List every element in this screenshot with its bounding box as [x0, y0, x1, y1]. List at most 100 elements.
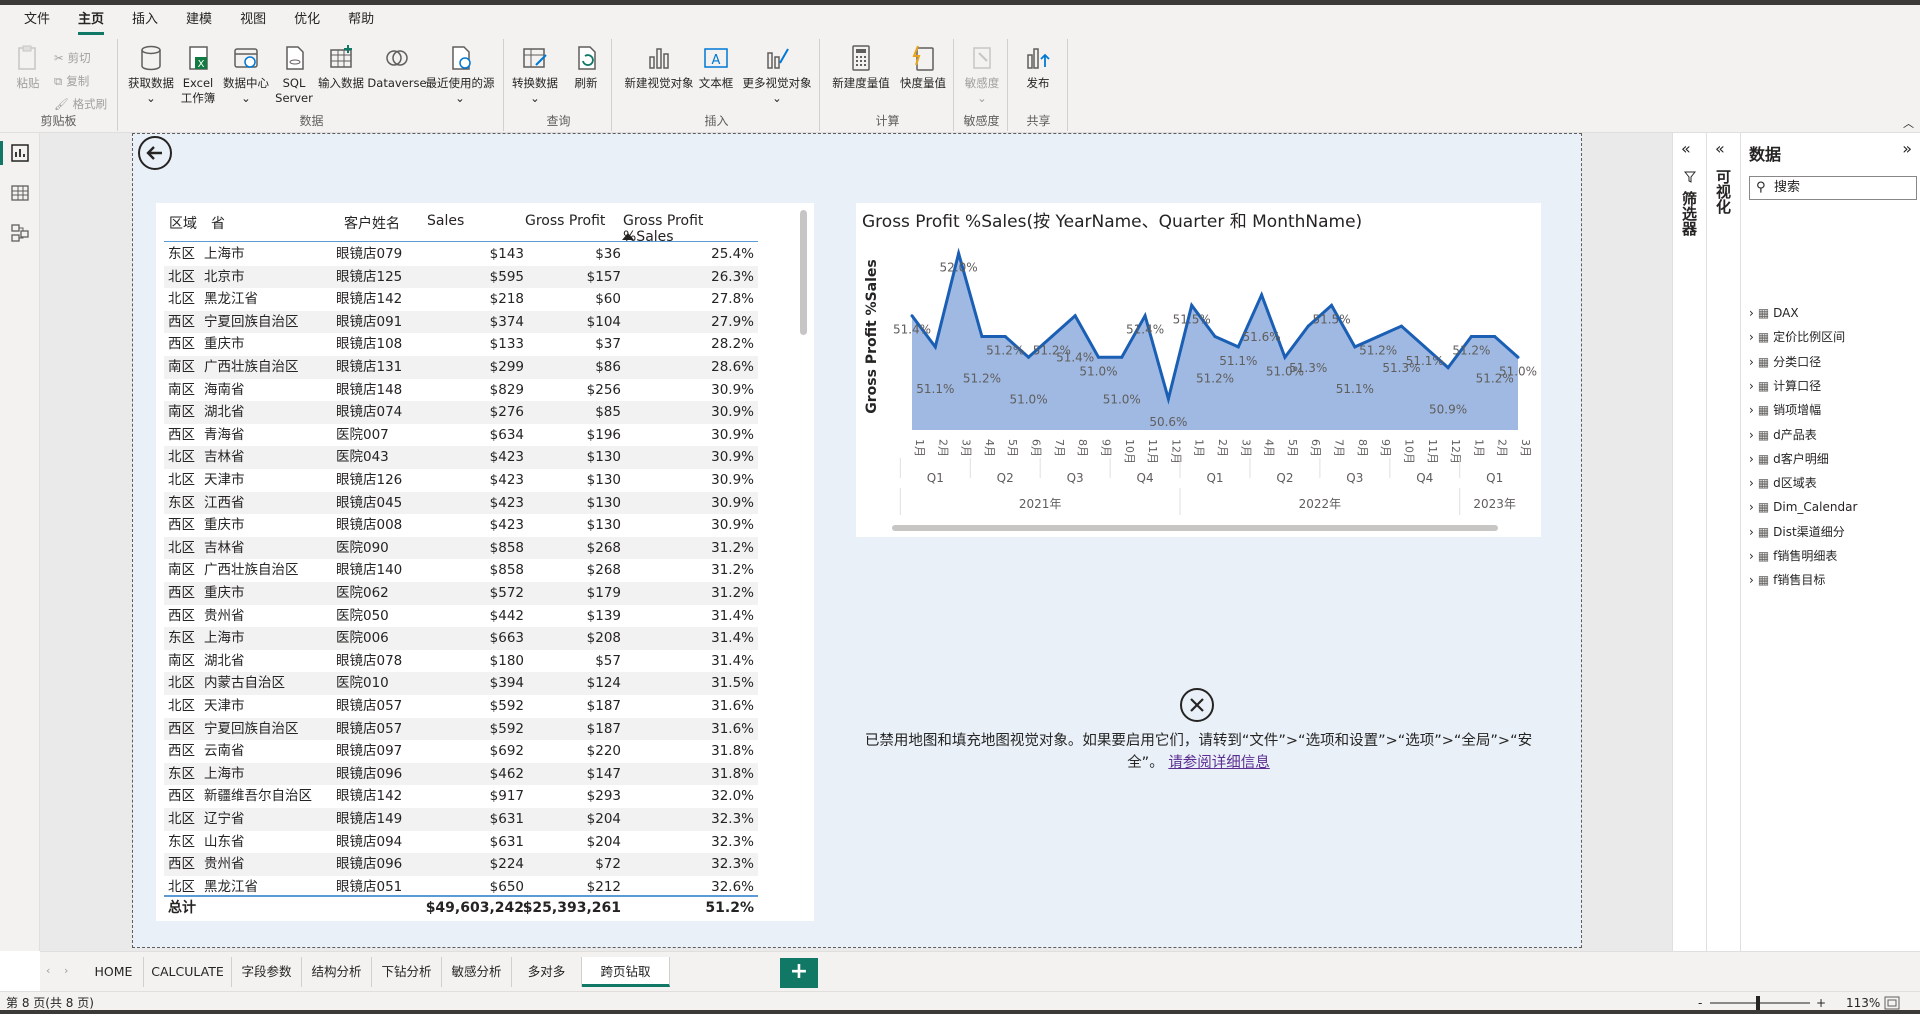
publish-button[interactable]: 发布	[1018, 43, 1058, 91]
collapse-viz-icon[interactable]: «	[1715, 139, 1725, 158]
table-row[interactable]: 西区 重庆市 眼镜店008 $423 $130 30.9%	[164, 514, 758, 537]
table-scrollbar[interactable]	[800, 210, 807, 335]
table-row[interactable]: 东区 上海市 眼镜店079 $143 $36 25.4%	[164, 243, 758, 266]
tab-scroll-right-icon[interactable]: ›	[64, 964, 68, 977]
field-item[interactable]: › ▦ Dim_Calendar	[1749, 497, 1857, 517]
table-row[interactable]: 东区 上海市 眼镜店096 $462 $147 31.8%	[164, 762, 758, 786]
excel-button[interactable]: X Excel 工作簿	[178, 43, 218, 106]
data-point[interactable]	[1493, 335, 1497, 338]
field-item[interactable]: › ▦ f销售明细表	[1749, 546, 1837, 566]
field-item[interactable]: › ▦ DAX	[1749, 303, 1799, 323]
chevron-right-icon[interactable]: ›	[1749, 376, 1754, 396]
data-hub-button[interactable]: 数据中心 ⌄	[220, 43, 272, 106]
data-point[interactable]	[1166, 397, 1170, 401]
data-point[interactable]	[1190, 303, 1194, 307]
table-row[interactable]: 北区 天津市 眼镜店057 $592 $187 31.6%	[164, 695, 758, 718]
paste-button[interactable]: 粘贴	[10, 43, 46, 91]
filter-pane[interactable]: « 筛选器	[1672, 133, 1706, 951]
field-item[interactable]: › ▦ 计算口径	[1749, 376, 1821, 396]
data-point[interactable]	[1399, 324, 1403, 328]
table-row[interactable]: 北区 内蒙古自治区 医院010 $394 $124 31.5%	[164, 672, 758, 695]
data-point[interactable]	[1353, 345, 1357, 349]
data-point[interactable]	[1213, 335, 1217, 338]
more-visuals-button[interactable]: 更多视觉对象 ⌄	[738, 43, 816, 106]
data-point[interactable]	[1446, 366, 1450, 370]
model-view-icon[interactable]	[10, 223, 30, 243]
new-measure-button[interactable]: 新建度量值	[830, 43, 892, 91]
page-tab[interactable]: 跨页钻取	[582, 957, 670, 987]
data-point[interactable]	[1073, 314, 1077, 318]
field-item[interactable]: › ▦ d客户明细	[1749, 449, 1829, 469]
chevron-right-icon[interactable]: ›	[1749, 473, 1754, 493]
menu-optimize[interactable]: 优化	[280, 5, 334, 35]
visualizations-pane[interactable]: « 可视化	[1706, 133, 1740, 951]
table-row[interactable]: 南区 湖北省 眼镜店078 $180 $57 31.4%	[164, 650, 758, 673]
data-point[interactable]	[1306, 324, 1310, 328]
data-point[interactable]	[1516, 355, 1520, 359]
table-row[interactable]: 南区 海南省 眼镜店148 $829 $256 30.9%	[164, 379, 758, 402]
column-header-province[interactable]: 省	[211, 213, 225, 233]
field-item[interactable]: › ▦ Dist渠道细分	[1749, 522, 1845, 542]
table-row[interactable]: 北区 黑龙江省 眼镜店142 $218 $60 27.8%	[164, 288, 758, 311]
data-point[interactable]	[980, 335, 984, 338]
new-visual-button[interactable]: 新建视觉对象	[622, 43, 696, 91]
chevron-right-icon[interactable]: ›	[1749, 546, 1754, 566]
page-tab[interactable]: HOME	[84, 957, 144, 987]
menu-file[interactable]: 文件	[10, 5, 64, 35]
chevron-right-icon[interactable]: ›	[1749, 497, 1754, 517]
menu-modeling[interactable]: 建模	[172, 5, 226, 35]
chevron-right-icon[interactable]: ›	[1749, 522, 1754, 542]
dataverse-button[interactable]: Dataverse	[366, 43, 428, 91]
data-point[interactable]	[1283, 355, 1287, 359]
chevron-right-icon[interactable]: ›	[1749, 400, 1754, 420]
table-row[interactable]: 北区 北京市 眼镜店125 $595 $157 26.3%	[164, 265, 758, 289]
data-point[interactable]	[1120, 355, 1124, 359]
chevron-right-icon[interactable]: ›	[1749, 303, 1754, 323]
menu-view[interactable]: 视图	[226, 5, 280, 35]
get-data-button[interactable]: 获取数据 ⌄	[128, 43, 174, 106]
page-tab[interactable]: 多对多	[512, 957, 582, 987]
transform-data-button[interactable]: 转换数据 ⌄	[510, 43, 560, 106]
chevron-right-icon[interactable]: ›	[1749, 425, 1754, 445]
data-point[interactable]	[910, 314, 914, 318]
learn-more-link[interactable]: 请参阅详细信息	[1168, 755, 1270, 771]
table-row[interactable]: 东区 山东省 眼镜店094 $631 $204 32.3%	[164, 831, 758, 854]
table-row[interactable]: 北区 吉林省 医院043 $423 $130 30.9%	[164, 446, 758, 469]
data-point[interactable]	[1003, 335, 1007, 338]
data-point[interactable]	[933, 345, 937, 349]
table-row[interactable]: 西区 宁夏回族自治区 眼镜店091 $374 $104 27.9%	[164, 310, 758, 334]
data-point[interactable]	[1423, 345, 1427, 349]
sql-server-button[interactable]: SQL Server	[274, 43, 314, 106]
data-point[interactable]	[1376, 335, 1380, 338]
report-view-icon[interactable]	[10, 143, 30, 163]
data-point[interactable]	[1027, 355, 1031, 359]
cut-button[interactable]: ✂ 剪切	[54, 49, 91, 67]
field-item[interactable]: › ▦ 分类口径	[1749, 352, 1821, 372]
refresh-button[interactable]: 刷新	[566, 43, 606, 91]
table-row[interactable]: 南区 湖北省 眼镜店074 $276 $85 30.9%	[164, 401, 758, 424]
table-row[interactable]: 北区 天津市 眼镜店126 $423 $130 30.9%	[164, 469, 758, 492]
table-row[interactable]: 北区 辽宁省 眼镜店149 $631 $204 32.3%	[164, 808, 758, 831]
format-painter-button[interactable]: 🖌 格式刷	[54, 95, 107, 113]
field-item[interactable]: › ▦ 销项增幅	[1749, 400, 1821, 420]
recent-sources-button[interactable]: 最近使用的源 ⌄	[420, 43, 500, 106]
tab-scroll-left-icon[interactable]: ‹	[46, 964, 50, 977]
data-search-input[interactable]: ⚲ 搜索	[1749, 176, 1917, 200]
collapse-data-icon[interactable]: »	[1902, 139, 1912, 158]
column-header-region[interactable]: 区域	[169, 213, 197, 233]
data-point[interactable]	[1143, 314, 1147, 318]
zoom-slider[interactable]	[1710, 1002, 1810, 1004]
textbox-button[interactable]: A 文本框	[696, 43, 736, 91]
table-row[interactable]: 东区 江西省 眼镜店045 $423 $130 30.9%	[164, 491, 758, 515]
column-header-sales[interactable]: Sales	[427, 213, 464, 229]
table-row[interactable]: 西区 贵州省 眼镜店096 $224 $72 32.3%	[164, 853, 758, 876]
zoom-slider-thumb[interactable]	[1756, 996, 1760, 1010]
table-row[interactable]: 东区 上海市 医院006 $663 $208 31.4%	[164, 627, 758, 650]
data-point[interactable]	[1050, 335, 1054, 338]
quick-measure-button[interactable]: 快度量值	[896, 43, 950, 91]
data-point[interactable]	[1260, 293, 1264, 297]
chevron-right-icon[interactable]: ›	[1749, 327, 1754, 347]
data-point[interactable]	[1096, 355, 1100, 359]
page-tab[interactable]: CALCULATE	[144, 957, 232, 987]
table-row[interactable]: 南区 广西壮族自治区 眼镜店140 $858 $268 31.2%	[164, 559, 758, 582]
